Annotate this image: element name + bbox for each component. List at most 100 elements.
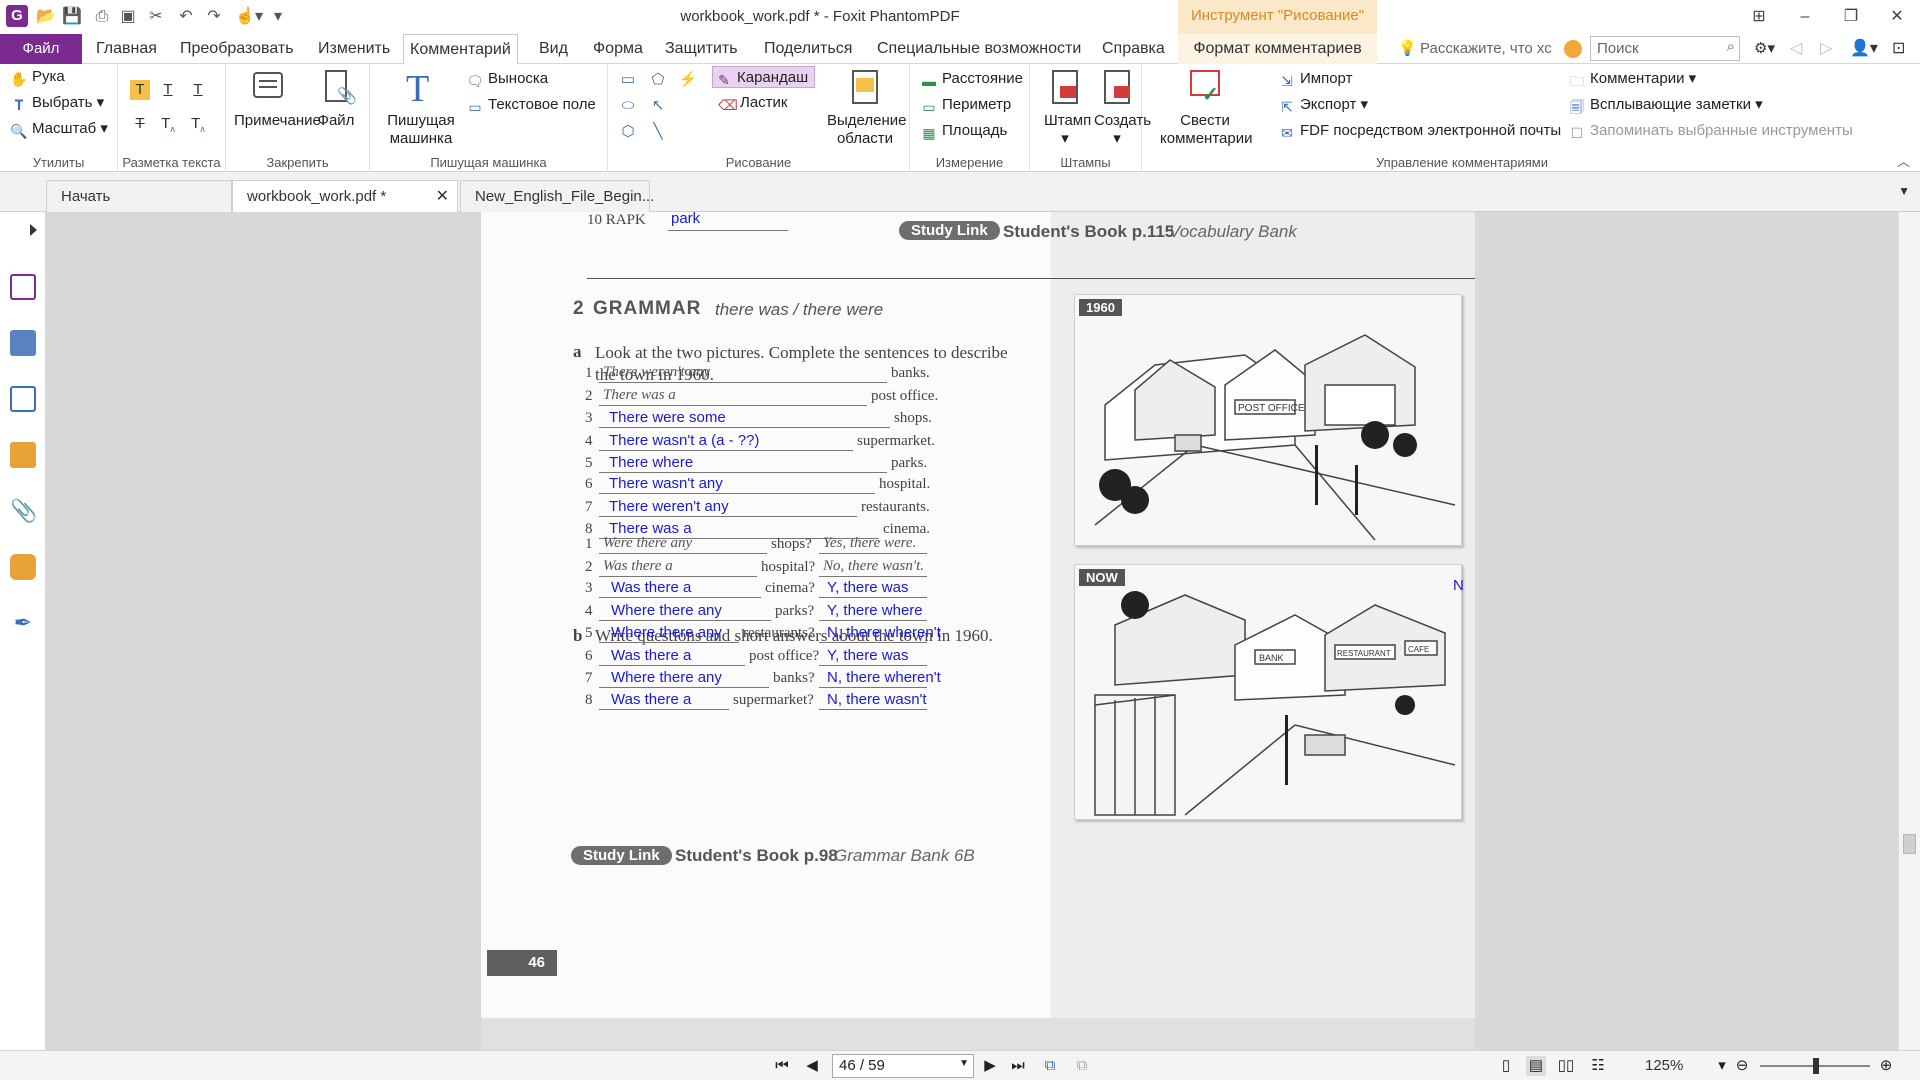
signature-tools-icon[interactable]: ✒ xyxy=(10,610,36,636)
zoom-level[interactable]: 125% xyxy=(1645,1057,1683,1074)
restore-button[interactable]: ❐ xyxy=(1838,4,1864,30)
single-page-view-icon[interactable]: ▯ xyxy=(1496,1056,1516,1076)
layers-icon[interactable] xyxy=(10,386,36,412)
typewriter-button[interactable]: T Пишущая машинка xyxy=(386,68,456,148)
continuous-facing-view-icon[interactable]: ☷ xyxy=(1588,1056,1608,1076)
security-lock-icon[interactable] xyxy=(10,554,36,580)
fdf-email-button[interactable]: ✉ FDF посредством электронной почты xyxy=(1278,120,1561,142)
first-page-icon[interactable]: ⏮ xyxy=(772,1056,792,1076)
feedback-icon[interactable] xyxy=(1564,40,1582,58)
note-button[interactable]: Примечание xyxy=(234,68,321,130)
ribbon-display-icon[interactable]: ⊞ xyxy=(1746,4,1772,30)
textbox-button[interactable]: ▭ Текстовое поле xyxy=(466,94,595,116)
area-measure-button[interactable]: ▦ Площадь xyxy=(920,120,1007,142)
pencil-button[interactable]: ✎ Карандаш xyxy=(712,66,816,88)
page-thumbnails-icon[interactable] xyxy=(10,330,36,356)
line-icon[interactable]: ╲ xyxy=(648,122,668,142)
tab-home[interactable]: Главная xyxy=(90,34,163,64)
comments-panel-icon[interactable] xyxy=(10,442,36,468)
share-screen-icon[interactable]: ⊡ xyxy=(1886,34,1911,64)
summarize-comments-button[interactable]: ✓ Свести комментарии xyxy=(1160,68,1252,148)
close-button[interactable]: ✕ xyxy=(1884,4,1910,30)
doc-tab-workbook[interactable]: workbook_work.pdf * ✕ xyxy=(232,180,458,213)
tab-form[interactable]: Форма xyxy=(587,34,649,64)
tab-comment-format[interactable]: Формат комментариев xyxy=(1178,34,1377,64)
checkbox-icon: ☐ xyxy=(1570,125,1584,141)
minimize-button[interactable]: – xyxy=(1792,4,1818,30)
comments-dropdown-button[interactable]: 🗀 Комментарии ▾ xyxy=(1568,68,1696,90)
underline-text-icon[interactable]: T xyxy=(188,80,208,100)
oval-icon[interactable]: ⬭ xyxy=(618,96,638,116)
hand-label: Рука xyxy=(32,68,65,85)
forward-icon[interactable]: ▷ xyxy=(1814,34,1838,64)
next-page-icon[interactable]: ▶ xyxy=(980,1056,1000,1076)
textbox-icon: ▭ xyxy=(468,99,482,115)
tab-comment[interactable]: Комментарий xyxy=(403,34,518,65)
strikeout-text-icon[interactable]: T xyxy=(130,114,150,134)
settings-gear-icon[interactable]: ⚙▾ xyxy=(1748,34,1781,64)
tab-help[interactable]: Справка xyxy=(1096,34,1171,64)
vertical-scrollbar[interactable] xyxy=(1898,212,1920,1050)
group-label-measure: Измерение xyxy=(935,155,1004,170)
select-tool-button[interactable]: 𝐓 Выбрать ▾ xyxy=(10,92,104,114)
tab-view[interactable]: Вид xyxy=(533,34,574,64)
squiggly-underline-icon[interactable]: T xyxy=(158,80,178,100)
doc-tab-start[interactable]: Начать xyxy=(46,180,232,212)
hand-tool-button[interactable]: ✋ Рука xyxy=(10,66,65,88)
next-view-icon[interactable]: ⧉ xyxy=(1072,1056,1092,1076)
create-stamp-button[interactable]: Создать ▾ xyxy=(1094,68,1151,148)
replace-text-icon[interactable]: Tʌ xyxy=(158,114,178,134)
polyline-icon[interactable]: ⚡ xyxy=(678,70,698,90)
rectangle-icon[interactable]: ▭ xyxy=(618,70,638,90)
remember-tools-checkbox[interactable]: ☐ Запоминать выбранные инструменты xyxy=(1568,120,1853,142)
search-icon[interactable]: ⌕ xyxy=(1727,38,1735,55)
page-number-field[interactable]: 46 / 59 ▼ xyxy=(832,1054,974,1078)
polygon-icon[interactable]: ⬠ xyxy=(648,70,668,90)
stamp-button[interactable]: Штамп ▾ xyxy=(1044,68,1091,148)
facing-view-icon[interactable]: ▯▯ xyxy=(1556,1056,1576,1076)
expand-panel-icon[interactable] xyxy=(30,224,37,236)
doc-tab-new-english-file[interactable]: New_English_File_Begin... xyxy=(460,180,654,212)
import-button[interactable]: ⇲ Импорт xyxy=(1278,68,1352,90)
callout-button[interactable]: 🗨 Выноска xyxy=(466,68,548,90)
zoom-in-icon[interactable]: ⊕ xyxy=(1876,1056,1896,1076)
tab-accessibility[interactable]: Специальные возможности xyxy=(871,34,1087,64)
arrow-icon[interactable]: ↖ xyxy=(648,96,668,116)
tab-convert[interactable]: Преобразовать xyxy=(174,34,300,64)
perimeter-button[interactable]: ▭ Периметр xyxy=(920,94,1011,116)
distance-button[interactable]: ▬ Расстояние xyxy=(920,68,1023,90)
tab-share[interactable]: Поделиться xyxy=(758,34,858,64)
last-page-icon[interactable]: ⏭ xyxy=(1008,1056,1028,1076)
area-highlight-button[interactable]: Выделение области xyxy=(824,68,906,148)
continuous-view-icon[interactable]: ▤ xyxy=(1526,1056,1546,1076)
tab-edit[interactable]: Изменить xyxy=(312,34,396,64)
scrollbar-thumb[interactable] xyxy=(1903,834,1916,854)
previous-view-icon[interactable]: ⧉ xyxy=(1040,1056,1060,1076)
back-icon[interactable]: ◁ xyxy=(1784,34,1808,64)
cloud-icon[interactable]: ⬡ xyxy=(618,122,638,142)
page-dropdown-icon[interactable]: ▼ xyxy=(959,1058,969,1069)
pdf-page[interactable]: 10 RAPK park Study Link Student's Book p… xyxy=(481,212,1475,1050)
zoom-dropdown-icon[interactable]: ▾ xyxy=(1712,1056,1732,1076)
attach-file-button[interactable]: 📎 Файл xyxy=(314,68,358,130)
attachments-icon[interactable]: 📎 xyxy=(10,498,37,524)
town-1960-drawing: POST OFFICE xyxy=(1094,334,1456,541)
insert-text-icon[interactable]: Tʌ xyxy=(188,114,208,134)
popup-notes-button[interactable]: 🗐 Всплывающие заметки ▾ xyxy=(1568,94,1763,116)
export-button[interactable]: ⇱ Экспорт ▾ xyxy=(1278,94,1368,116)
eraser-button[interactable]: ⌫ Ластик xyxy=(718,92,788,114)
bookmarks-icon[interactable] xyxy=(10,274,36,300)
search-input[interactable]: Поиск ⌕ xyxy=(1590,36,1740,61)
tell-me-box[interactable]: 💡 Расскажите, что хс xyxy=(1392,38,1572,60)
file-menu[interactable]: Файл xyxy=(0,34,82,64)
user-account-icon[interactable]: 👤▾ xyxy=(1844,34,1884,64)
previous-page-icon[interactable]: ◀ xyxy=(802,1056,822,1076)
close-tab-icon[interactable]: ✕ xyxy=(436,181,449,213)
tab-list-dropdown-icon[interactable]: ▼ xyxy=(1898,184,1910,198)
highlight-text-icon[interactable]: T xyxy=(130,80,150,100)
tab-protect[interactable]: Защитить xyxy=(659,34,744,64)
zoom-tool-button[interactable]: 🔍 Масштаб ▾ xyxy=(10,118,108,140)
zoom-out-icon[interactable]: ⊖ xyxy=(1732,1056,1752,1076)
collapse-ribbon-icon[interactable]: ︿ xyxy=(1897,151,1910,170)
zoom-slider-thumb[interactable] xyxy=(1813,1058,1819,1074)
